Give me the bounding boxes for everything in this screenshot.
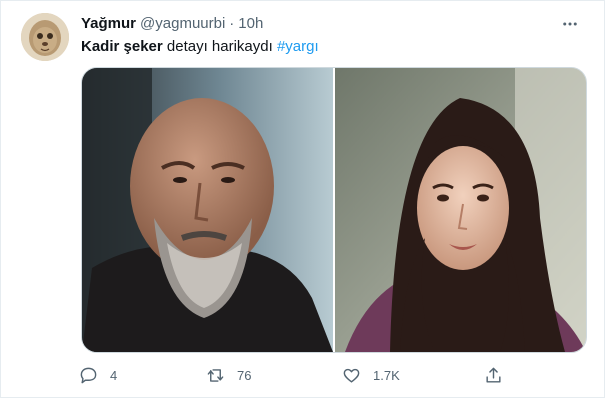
reply-count: 4 xyxy=(110,367,118,383)
share-icon xyxy=(486,367,501,383)
photo-man-image xyxy=(82,68,333,352)
tweet-media xyxy=(81,67,587,353)
tweet-card[interactable]: Yağmur @yagmuurbi · 10h Kadir şeker deta… xyxy=(0,0,605,398)
timestamp[interactable]: 10h xyxy=(238,15,263,32)
dot-separator: · xyxy=(229,14,235,32)
tweet-header: Yağmur @yagmuurbi · 10h xyxy=(81,13,584,33)
retweet-button[interactable]: 76 xyxy=(206,366,251,385)
like-button[interactable]: 1.7K xyxy=(342,366,400,385)
more-horizontal-icon xyxy=(563,22,577,26)
reply-icon xyxy=(80,367,97,383)
avatar[interactable] xyxy=(21,13,69,61)
avatar-image xyxy=(21,13,69,61)
media-photo-woman[interactable] xyxy=(335,68,586,352)
tweet-actions: 4 76 1.7K xyxy=(79,363,509,387)
more-options-button[interactable] xyxy=(556,13,584,35)
tweet-text-plain: detayı harikaydı xyxy=(162,38,277,55)
media-photo-man[interactable] xyxy=(82,68,333,352)
retweet-icon xyxy=(207,368,224,382)
retweet-count: 76 xyxy=(237,367,252,383)
display-name[interactable]: Yağmur xyxy=(81,15,136,32)
share-button[interactable] xyxy=(484,366,503,385)
hashtag-link[interactable]: #yargı xyxy=(277,38,319,55)
tweet-text: Kadir şeker detayı harikaydı #yargı xyxy=(81,37,319,57)
user-handle[interactable]: @yagmuurbi xyxy=(140,15,225,32)
photo-woman-image xyxy=(335,68,586,352)
reply-button[interactable]: 4 xyxy=(79,366,117,385)
heart-icon xyxy=(343,368,360,383)
tweet-text-bold: Kadir şeker xyxy=(81,38,163,55)
like-count: 1.7K xyxy=(373,367,400,383)
